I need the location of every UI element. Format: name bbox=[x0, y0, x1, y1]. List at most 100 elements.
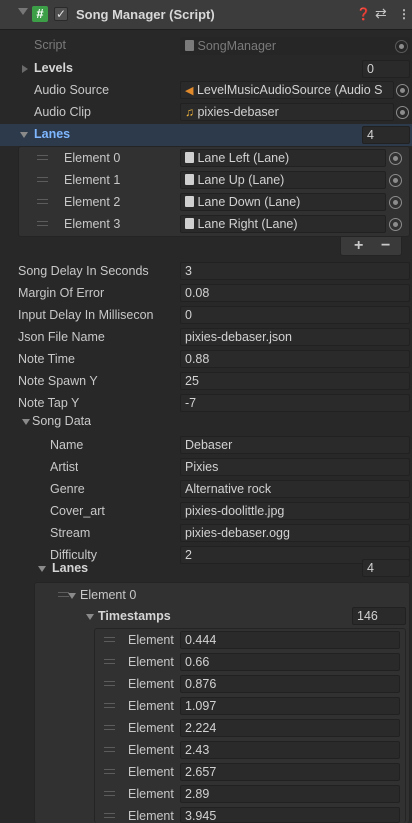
note-tap-y-label: Note Tap Y bbox=[18, 396, 80, 410]
prefab-icon bbox=[185, 218, 194, 229]
levels-foldout-icon[interactable] bbox=[22, 65, 28, 73]
timestamps-count-field[interactable]: 146 bbox=[352, 607, 406, 625]
input-delay-label: Input Delay In Millisecon bbox=[18, 308, 154, 322]
margin-of-error-field[interactable]: 0.08 bbox=[180, 284, 410, 302]
timestamp-value-field[interactable]: 0.444 bbox=[180, 631, 400, 649]
lane-select-icon[interactable] bbox=[389, 218, 402, 231]
component-title: Song Manager (Script) bbox=[76, 7, 215, 22]
timestamp-value-field[interactable]: 2.224 bbox=[180, 719, 400, 737]
song-name-label: Name bbox=[50, 438, 84, 452]
drag-handle-icon[interactable] bbox=[104, 813, 115, 818]
audio-source-label: Audio Source bbox=[34, 83, 110, 97]
timestamp-value-field[interactable]: 2.43 bbox=[180, 741, 400, 759]
lanes-foldout-icon[interactable] bbox=[20, 132, 28, 138]
song-lane-element-label[interactable]: Element 0 bbox=[80, 588, 136, 602]
audio-clip-select-icon[interactable] bbox=[396, 106, 409, 119]
song-stream-field[interactable]: pixies-debaser.ogg bbox=[180, 524, 410, 542]
levels-label[interactable]: Levels bbox=[34, 61, 73, 75]
prefab-icon bbox=[185, 196, 194, 207]
drag-handle-icon[interactable] bbox=[37, 177, 48, 182]
lane-element-label: Element 0 bbox=[64, 151, 121, 165]
levels-count-field[interactable]: 0 bbox=[362, 60, 410, 78]
song-name-field[interactable]: Debaser bbox=[180, 436, 410, 454]
song-cover-art-label: Cover_art bbox=[50, 504, 105, 518]
script-icon: # bbox=[32, 6, 48, 22]
lane-element-field[interactable]: Lane Left (Lane) bbox=[180, 149, 386, 167]
song-delay-label: Song Delay In Seconds bbox=[18, 264, 149, 278]
input-delay-field[interactable]: 0 bbox=[180, 306, 410, 324]
song-artist-field[interactable]: Pixies bbox=[180, 458, 410, 476]
timestamps-foldout-icon[interactable] bbox=[86, 614, 94, 620]
audio-source-icon: ◀ bbox=[185, 85, 194, 97]
song-delay-field[interactable]: 3 bbox=[180, 262, 410, 280]
timestamp-element-label: Element bbox=[128, 765, 174, 779]
drag-handle-icon[interactable] bbox=[37, 199, 48, 204]
lane-element-field[interactable]: Lane Right (Lane) bbox=[180, 215, 386, 233]
audio-source-field[interactable]: ◀ LevelMusicAudioSource (Audio S bbox=[180, 81, 394, 99]
audio-source-select-icon[interactable] bbox=[396, 84, 409, 97]
drag-handle-icon[interactable] bbox=[104, 637, 115, 642]
timestamp-element-label: Element bbox=[128, 809, 174, 823]
timestamp-element-label: Element bbox=[128, 787, 174, 801]
timestamp-element-label: Element bbox=[128, 699, 174, 713]
song-genre-field[interactable]: Alternative rock bbox=[180, 480, 410, 498]
note-spawn-y-field[interactable]: 25 bbox=[180, 372, 410, 390]
lanes-count-field[interactable]: 4 bbox=[362, 126, 410, 144]
drag-handle-icon[interactable] bbox=[37, 221, 48, 226]
timestamp-element-label: Element bbox=[128, 743, 174, 757]
timestamp-value-field[interactable]: 0.66 bbox=[180, 653, 400, 671]
lane-select-icon[interactable] bbox=[389, 174, 402, 187]
drag-handle-icon[interactable] bbox=[37, 155, 48, 160]
timestamp-value-field[interactable]: 1.097 bbox=[180, 697, 400, 715]
timestamps-label[interactable]: Timestamps bbox=[98, 609, 171, 623]
element0-foldout-icon[interactable] bbox=[68, 593, 76, 599]
song-data-label[interactable]: Song Data bbox=[32, 414, 91, 428]
drag-handle-icon[interactable] bbox=[104, 659, 115, 664]
song-lanes-label[interactable]: Lanes bbox=[52, 561, 88, 575]
lane-element-label: Element 1 bbox=[64, 173, 121, 187]
note-time-field[interactable]: 0.88 bbox=[180, 350, 410, 368]
lane-element-label: Element 2 bbox=[64, 195, 121, 209]
add-element-button[interactable]: + bbox=[354, 237, 363, 255]
json-file-name-field[interactable]: pixies-debaser.json bbox=[180, 328, 410, 346]
more-options-icon[interactable]: ⋮ bbox=[398, 7, 410, 21]
enabled-checkbox[interactable]: ✓ bbox=[54, 7, 68, 21]
remove-element-button[interactable]: − bbox=[381, 237, 390, 255]
note-tap-y-field[interactable]: -7 bbox=[180, 394, 410, 412]
drag-handle-icon[interactable] bbox=[104, 769, 115, 774]
timestamp-element-label: Element bbox=[128, 677, 174, 691]
presets-icon[interactable]: ⇄ bbox=[375, 5, 387, 22]
lane-select-icon[interactable] bbox=[389, 152, 402, 165]
timestamp-value-field[interactable]: 3.945 bbox=[180, 807, 400, 823]
drag-handle-icon[interactable] bbox=[104, 725, 115, 730]
drag-handle-icon[interactable] bbox=[104, 747, 115, 752]
timestamp-value-field[interactable]: 2.89 bbox=[180, 785, 400, 803]
song-cover-art-field[interactable]: pixies-doolittle.jpg bbox=[180, 502, 410, 520]
prefab-icon bbox=[185, 152, 194, 163]
script-label: Script bbox=[34, 38, 66, 52]
timestamp-element-label: Element bbox=[128, 655, 174, 669]
lane-element-label: Element 3 bbox=[64, 217, 121, 231]
timestamp-value-field[interactable]: 0.876 bbox=[180, 675, 400, 693]
audio-clip-label: Audio Clip bbox=[34, 105, 91, 119]
song-lanes-foldout-icon[interactable] bbox=[38, 566, 46, 572]
audio-clip-field[interactable]: ♫ pixies-debaser bbox=[180, 103, 394, 121]
note-time-label: Note Time bbox=[18, 352, 75, 366]
drag-handle-icon[interactable] bbox=[104, 791, 115, 796]
drag-handle-icon[interactable] bbox=[104, 681, 115, 686]
margin-of-error-label: Margin Of Error bbox=[18, 286, 105, 300]
help-icon[interactable]: ❓ bbox=[356, 7, 371, 21]
song-difficulty-label: Difficulty bbox=[50, 548, 98, 562]
lane-select-icon[interactable] bbox=[389, 196, 402, 209]
song-data-foldout-icon[interactable] bbox=[22, 419, 30, 425]
script-file-icon bbox=[185, 40, 194, 51]
lane-element-field[interactable]: Lane Up (Lane) bbox=[180, 171, 386, 189]
script-field: SongManager bbox=[180, 37, 410, 55]
timestamp-value-field[interactable]: 2.657 bbox=[180, 763, 400, 781]
song-lanes-count-field[interactable]: 4 bbox=[362, 559, 410, 577]
lane-element-field[interactable]: Lane Down (Lane) bbox=[180, 193, 386, 211]
lanes-label[interactable]: Lanes bbox=[34, 127, 70, 141]
song-genre-label: Genre bbox=[50, 482, 85, 496]
drag-handle-icon[interactable] bbox=[104, 703, 115, 708]
foldout-arrow-icon[interactable] bbox=[18, 8, 28, 15]
